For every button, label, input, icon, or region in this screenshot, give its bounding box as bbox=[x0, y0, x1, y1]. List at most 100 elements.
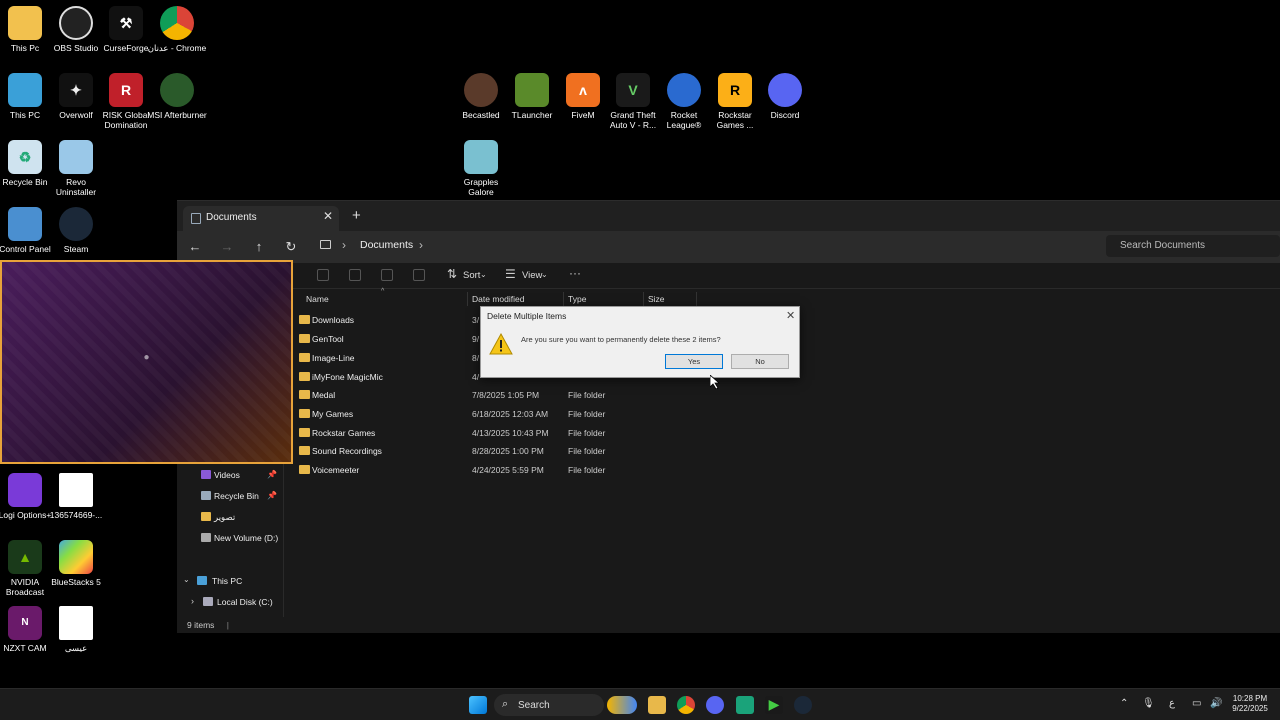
desktop-icon-discord[interactable]: Discord bbox=[755, 73, 815, 120]
nav-item-new-volume[interactable]: New Volume (D:) bbox=[185, 531, 280, 547]
network-icon[interactable]: ▭ bbox=[1192, 698, 1201, 709]
column-headers: Name ^ Date modified Type Size bbox=[297, 288, 697, 306]
file-row[interactable]: Voicemeeter 4/24/2025 5:59 PM File folde… bbox=[297, 461, 637, 479]
file-name: My Games bbox=[312, 409, 354, 419]
folder-icon bbox=[299, 409, 310, 418]
view-button[interactable]: View bbox=[522, 270, 542, 281]
steam-icon[interactable] bbox=[794, 696, 812, 714]
folder-icon bbox=[299, 372, 310, 381]
chevron-right-icon[interactable]: › bbox=[191, 596, 194, 606]
column-divider[interactable] bbox=[467, 292, 468, 306]
nav-item-this-pc[interactable]: ⌄ This PC bbox=[179, 574, 274, 590]
chevron-right-icon[interactable]: › bbox=[342, 238, 346, 252]
column-name[interactable]: Name bbox=[306, 294, 329, 304]
nav-item-label: New Volume (D:) bbox=[214, 533, 279, 543]
play-icon[interactable]: ▶ bbox=[765, 696, 783, 714]
address-bar[interactable]: › Documents › bbox=[312, 235, 1102, 257]
microphone-icon[interactable]: 🎙 bbox=[1142, 698, 1155, 709]
control-panel-icon bbox=[8, 207, 42, 241]
tab-documents[interactable]: Documents ✕ bbox=[183, 206, 339, 231]
taskbar-search[interactable]: ⌕ Search bbox=[494, 694, 604, 716]
nav-item-videos[interactable]: Videos 📌 bbox=[185, 468, 280, 484]
chevron-up-icon[interactable]: ⌃ bbox=[1120, 698, 1128, 709]
file-explorer-icon[interactable] bbox=[648, 696, 666, 714]
column-divider[interactable] bbox=[696, 292, 697, 306]
file-row[interactable]: Rockstar Games 4/13/2025 10:43 PM File f… bbox=[297, 424, 637, 442]
gta-v-icon: V bbox=[616, 73, 650, 107]
warning-icon bbox=[489, 333, 513, 355]
nav-item-arabic-folder[interactable]: تصوير bbox=[185, 510, 280, 526]
column-divider[interactable] bbox=[643, 292, 644, 306]
file-row[interactable]: Medal 7/8/2025 1:05 PM File folder bbox=[297, 386, 637, 404]
column-type[interactable]: Type bbox=[568, 294, 586, 304]
paste-icon[interactable] bbox=[349, 269, 361, 281]
desktop-icon-grapples-galore[interactable]: Grapples Galore bbox=[451, 140, 511, 197]
tlauncher-icon bbox=[515, 73, 549, 107]
widgets-icon[interactable] bbox=[607, 696, 637, 714]
chevron-right-icon[interactable]: › bbox=[419, 238, 423, 252]
msi-afterburner-icon bbox=[160, 73, 194, 107]
sort-button[interactable]: Sort bbox=[463, 270, 480, 281]
start-icon[interactable] bbox=[469, 696, 487, 714]
sort-icon: ⇅ bbox=[447, 267, 458, 281]
search-input[interactable]: Search Documents bbox=[1106, 235, 1280, 257]
documents-icon bbox=[191, 213, 201, 224]
pin-icon: 📌 bbox=[267, 491, 277, 500]
file-row[interactable]: Sound Recordings 8/28/2025 1:00 PM File … bbox=[297, 442, 637, 460]
steam-icon bbox=[59, 207, 93, 241]
up-arrow-icon[interactable]: ↑ bbox=[250, 239, 268, 254]
webcam-overlay: ● bbox=[0, 260, 293, 464]
chevron-down-icon: ⌄ bbox=[541, 270, 548, 279]
new-tab-icon[interactable]: + bbox=[352, 207, 361, 224]
forward-arrow-icon[interactable]: → bbox=[218, 239, 236, 254]
back-arrow-icon[interactable]: ← bbox=[186, 239, 204, 254]
app-icon[interactable] bbox=[736, 696, 754, 714]
yes-button[interactable]: Yes bbox=[665, 354, 723, 369]
desktop-icon-msi-afterburner[interactable]: MSI Afterburner bbox=[147, 73, 207, 120]
desktop-icon-image-file[interactable]: 136574669-... bbox=[46, 473, 106, 520]
file-name: iMyFone MagicMic bbox=[312, 372, 383, 382]
address-bar-row: ← → ↑ ↻ › Documents › Search Documents bbox=[177, 231, 1280, 263]
more-options-icon[interactable]: ··· bbox=[569, 266, 581, 280]
column-size[interactable]: Size bbox=[648, 294, 665, 304]
clock[interactable]: 10:28 PM 9/22/2025 bbox=[1225, 694, 1275, 714]
copy-icon[interactable] bbox=[317, 269, 329, 281]
breadcrumb-documents[interactable]: Documents bbox=[360, 239, 413, 251]
folder-icon bbox=[8, 6, 42, 40]
column-divider[interactable] bbox=[563, 292, 564, 306]
file-date: 9/ bbox=[472, 334, 480, 344]
language-indicator[interactable]: ع bbox=[1169, 698, 1175, 709]
bluestacks-icon bbox=[59, 540, 93, 574]
desktop-icon-revo-uninstaller[interactable]: Revo Uninstaller bbox=[46, 140, 106, 197]
delete-icon[interactable] bbox=[413, 269, 425, 281]
desktop-icon-bluestacks[interactable]: BlueStacks 5 bbox=[46, 540, 106, 587]
desktop-icon-chrome[interactable]: عدنان - Chrome bbox=[147, 6, 207, 53]
no-button[interactable]: No bbox=[731, 354, 789, 369]
folder-icon bbox=[299, 390, 310, 399]
desktop-icon-steam[interactable]: Steam bbox=[46, 207, 106, 254]
desktop-icon-label: عدنان - Chrome bbox=[147, 43, 207, 53]
dialog-title: Delete Multiple Items bbox=[487, 311, 567, 321]
discord-icon[interactable] bbox=[706, 696, 724, 714]
chevron-down-icon[interactable]: ⌄ bbox=[183, 575, 190, 584]
nav-item-recycle-bin[interactable]: Recycle Bin 📌 bbox=[185, 489, 280, 505]
chrome-icon[interactable] bbox=[677, 696, 695, 714]
file-name: Rockstar Games bbox=[312, 428, 376, 438]
file-name: Voicemeeter bbox=[312, 465, 360, 475]
column-date-modified[interactable]: Date modified bbox=[472, 294, 524, 304]
nav-item-label: Videos bbox=[214, 470, 240, 480]
tab-title: Documents bbox=[206, 212, 257, 223]
close-tab-icon[interactable]: ✕ bbox=[323, 209, 333, 223]
overwolf-icon: ✦ bbox=[59, 73, 93, 107]
revo-uninstaller-icon bbox=[59, 140, 93, 174]
file-type: File folder bbox=[568, 465, 606, 475]
rename-icon[interactable] bbox=[381, 269, 393, 281]
desktop-icon-image-file-2[interactable]: عيسى bbox=[46, 606, 106, 653]
recycle-bin-icon: ♻ bbox=[8, 140, 42, 174]
refresh-icon[interactable]: ↻ bbox=[282, 239, 300, 255]
nav-item-local-disk[interactable]: › Local Disk (C:) bbox=[179, 595, 274, 611]
close-icon[interactable]: ✕ bbox=[786, 309, 795, 322]
obs-icon bbox=[59, 6, 93, 40]
volume-icon[interactable]: 🔊 bbox=[1210, 698, 1222, 709]
file-row[interactable]: My Games 6/18/2025 12:03 AM File folder bbox=[297, 405, 637, 423]
